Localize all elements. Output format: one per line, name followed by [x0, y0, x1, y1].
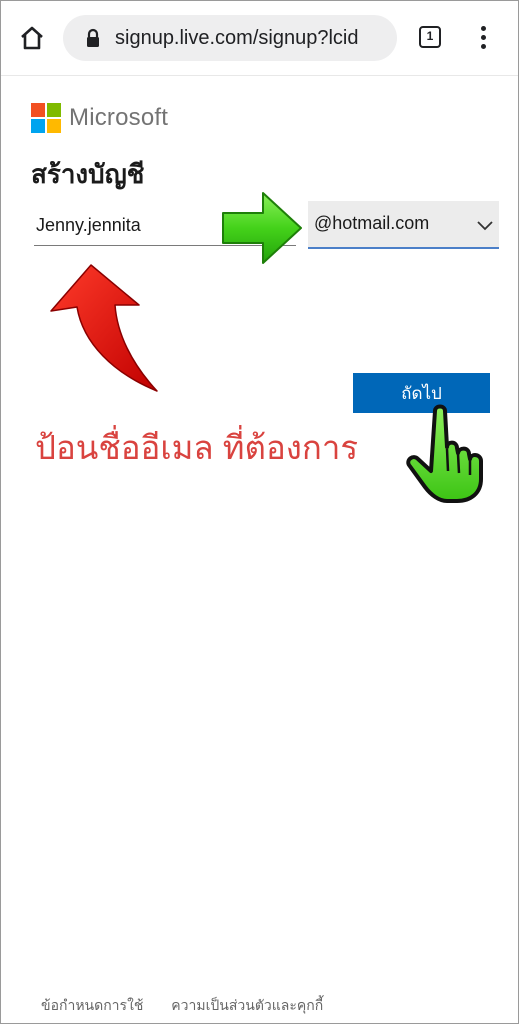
tab-switcher-icon[interactable]: 1: [419, 26, 441, 48]
privacy-link[interactable]: ความเป็นส่วนตัวและคุกกี้: [171, 997, 323, 1013]
home-icon[interactable]: [17, 23, 47, 53]
microsoft-logo: [31, 103, 61, 133]
more-menu-icon[interactable]: [473, 23, 493, 53]
pointing-hand-icon: [401, 401, 497, 507]
terms-link[interactable]: ข้อกำหนดการใช้: [41, 997, 143, 1013]
green-arrow-annotation: [219, 187, 305, 269]
red-arrow-annotation: [31, 263, 161, 395]
lock-icon: [83, 28, 103, 48]
instruction-annotation: ป้อนชื่ออีเมล ที่ต้องการ: [35, 429, 359, 466]
brand-name: Microsoft: [69, 104, 169, 131]
chevron-down-icon: [475, 215, 495, 235]
url-text[interactable]: signup.live.com/signup?lcid: [115, 26, 395, 50]
footer-links: ข้อกำหนดการใช้ ความเป็นส่วนตัวและคุกกี้: [41, 995, 347, 1017]
domain-selected-value: @hotmail.com: [314, 213, 430, 233]
page-title: สร้างบัญชี: [31, 159, 145, 189]
email-domain-select[interactable]: @hotmail.com: [308, 201, 499, 249]
browser-toolbar: signup.live.com/signup?lcid 1: [1, 1, 518, 76]
browser-frame: signup.live.com/signup?lcid 1 Microsoft …: [0, 0, 519, 1024]
address-bar[interactable]: signup.live.com/signup?lcid: [63, 15, 397, 61]
